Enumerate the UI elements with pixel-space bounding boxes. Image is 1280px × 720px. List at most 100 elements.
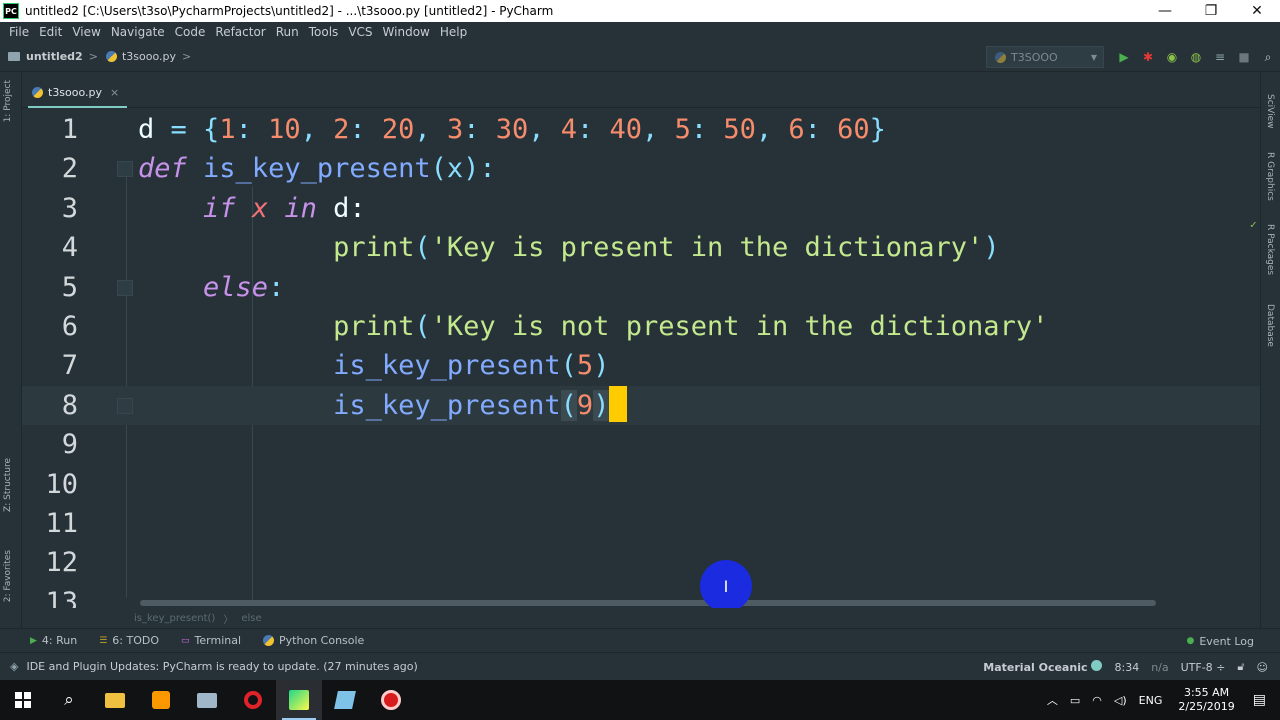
folder-icon [105,692,125,708]
menu-navigate[interactable]: Navigate [106,25,170,39]
system-tray: ︿ ▭ ◠ ◁) ENG 3:55 AM 2/25/2019 ▤ [1041,680,1280,720]
concurrency-icon[interactable]: ≡ [1208,46,1232,68]
nav-project[interactable]: untitled2 [26,50,83,63]
battery-icon[interactable]: ▭ [1070,694,1080,707]
line-number: 12 [45,547,78,579]
file-encoding[interactable]: UTF-8 ÷ [1181,661,1226,674]
database-tool-tab[interactable]: Database [1265,304,1275,347]
opera-icon [244,691,262,709]
taskbar-clock[interactable]: 3:55 AM 2/25/2019 [1178,686,1234,714]
code-line-8: 8 is_key_present(9) [22,385,1260,426]
maximize-button[interactable]: ❐ [1188,0,1234,22]
line-number: 3 [61,192,78,224]
code-text: print('Key is present in the dictionary'… [333,232,1000,264]
menu-code[interactable]: Code [170,25,211,39]
code-line-7: 7 is_key_present(5) [22,346,1260,385]
status-message[interactable]: ◈ IDE and Plugin Updates: PyCharm is rea… [10,660,418,673]
menu-edit[interactable]: Edit [34,25,67,39]
recorder-taskbar-button[interactable] [368,680,414,720]
code-text: def is_key_present(x): [138,153,496,185]
editor-tab-t3sooo[interactable]: t3sooo.py × [28,78,128,108]
volume-icon[interactable]: ◁) [1114,694,1127,707]
run-icon: ▶ [30,635,37,646]
notes-taskbar-button[interactable] [322,680,368,720]
run-play-icon[interactable]: ▶ [1112,46,1136,68]
event-log-button[interactable]: ● Event Log [1186,629,1254,653]
python-console-label: Python Console [279,634,365,647]
nav-file[interactable]: t3sooo.py [122,50,176,63]
r-packages-tool-tab[interactable]: R Packages [1265,224,1275,275]
structure-tool-tab[interactable]: Z: Structure [3,458,13,512]
favorites-tool-tab[interactable]: 2: Favorites [3,550,13,602]
run-config-dropdown[interactable]: T3SOOO ▼ [986,46,1104,68]
app-taskbar-button[interactable] [184,680,230,720]
stop-icon[interactable]: ■ [1232,46,1256,68]
chevron-up-icon[interactable]: ︿ [1047,692,1058,708]
theme-indicator[interactable]: Material Oceanic [983,660,1103,674]
line-separator[interactable]: n/a [1151,661,1168,674]
menu-file[interactable]: File [4,25,34,39]
debug-bug-icon[interactable]: ✱ [1136,46,1160,68]
inspection-ok-icon[interactable]: ✓ [1250,218,1257,231]
code-line-1: 1 d = {1: 10, 2: 20, 3: 30, 4: 40, 5: 50… [22,110,1260,149]
pycharm-window: PC untitled2 [C:\Users\t3so\PycharmProje… [0,0,1280,720]
run-coverage-icon[interactable]: ◉ [1160,46,1184,68]
inspector-icon[interactable]: ☺ [1257,661,1268,674]
menu-tools[interactable]: Tools [304,25,344,39]
project-tool-tab[interactable]: 1: Project [3,80,13,122]
horizontal-scrollbar[interactable] [140,600,1156,606]
code-text: print('Key is not present in the diction… [333,311,1049,342]
fold-marker-icon[interactable] [117,279,133,296]
start-button[interactable] [0,680,46,720]
search-taskbar-button[interactable]: ⌕ [46,680,92,720]
menu-run[interactable]: Run [271,25,304,39]
sciview-tool-tab[interactable]: SciView [1265,94,1275,129]
close-window-button[interactable]: ✕ [1234,0,1280,22]
todo-tool-button[interactable]: ☰ 6: TODO [99,634,159,647]
code-text: is_key_present(9) [138,386,628,425]
profile-icon[interactable]: ◍ [1184,46,1208,68]
event-log-icon: ● [1186,636,1195,646]
search-icon: ⌕ [64,690,74,710]
title-bar: PC untitled2 [C:\Users\t3so\PycharmProje… [0,0,1280,22]
windows-taskbar: ⌕ ︿ ▭ ◠ ◁) ENG 3:55 AM 2/25/2019 ▤ [0,680,1280,720]
breadcrumb-item[interactable]: else [241,613,261,624]
window-title: untitled2 [C:\Users\t3so\PycharmProjects… [25,4,554,18]
status-bar: ◈ IDE and Plugin Updates: PyCharm is rea… [0,652,1280,680]
notifications-icon[interactable]: ▤ [1253,692,1266,708]
caret-position[interactable]: 8:34 [1114,661,1139,674]
run-config-label: T3SOOO [1011,50,1058,64]
menu-refactor[interactable]: Refactor [210,25,270,39]
code-editor[interactable]: 1 d = {1: 10, 2: 20, 3: 30, 4: 40, 5: 50… [22,108,1260,608]
menu-help[interactable]: Help [435,25,472,39]
menu-vcs[interactable]: VCS [343,25,377,39]
run-tool-button[interactable]: ▶ 4: Run [30,634,77,647]
r-graphics-tool-tab[interactable]: R Graphics [1265,152,1275,201]
wifi-icon[interactable]: ◠ [1092,694,1102,707]
fold-marker-icon[interactable] [117,161,133,178]
code-line-6: 6 print('Key is not present in the dicti… [22,307,1260,346]
fold-marker-icon[interactable] [117,397,133,414]
python-console-tool-button[interactable]: Python Console [263,634,364,647]
python-file-icon [32,86,43,98]
line-number: 7 [61,350,78,382]
todo-icon: ☰ [99,635,108,646]
breadcrumb-item[interactable]: is_key_present() [134,613,215,624]
breadcrumb-separator: 〉 [223,614,234,626]
search-everywhere-icon[interactable]: ⌕ [1256,46,1280,68]
sublime-taskbar-button[interactable] [138,680,184,720]
editor-tab-bar: t3sooo.py × [22,72,1260,108]
file-explorer-taskbar-button[interactable] [92,680,138,720]
menu-view[interactable]: View [67,25,105,39]
opera-taskbar-button[interactable] [230,680,276,720]
language-indicator[interactable]: ENG [1139,694,1163,707]
update-icon: ◈ [10,660,19,673]
minimize-button[interactable]: — [1142,0,1188,22]
pycharm-app-icon: PC [3,3,19,19]
terminal-tool-button[interactable]: ▭ Terminal [181,634,241,647]
close-tab-icon[interactable]: × [110,86,119,99]
lock-icon[interactable]: 🔓︎ [1237,660,1244,674]
pycharm-taskbar-button[interactable] [276,680,322,720]
menu-window[interactable]: Window [378,25,435,39]
line-number: 2 [61,153,78,185]
